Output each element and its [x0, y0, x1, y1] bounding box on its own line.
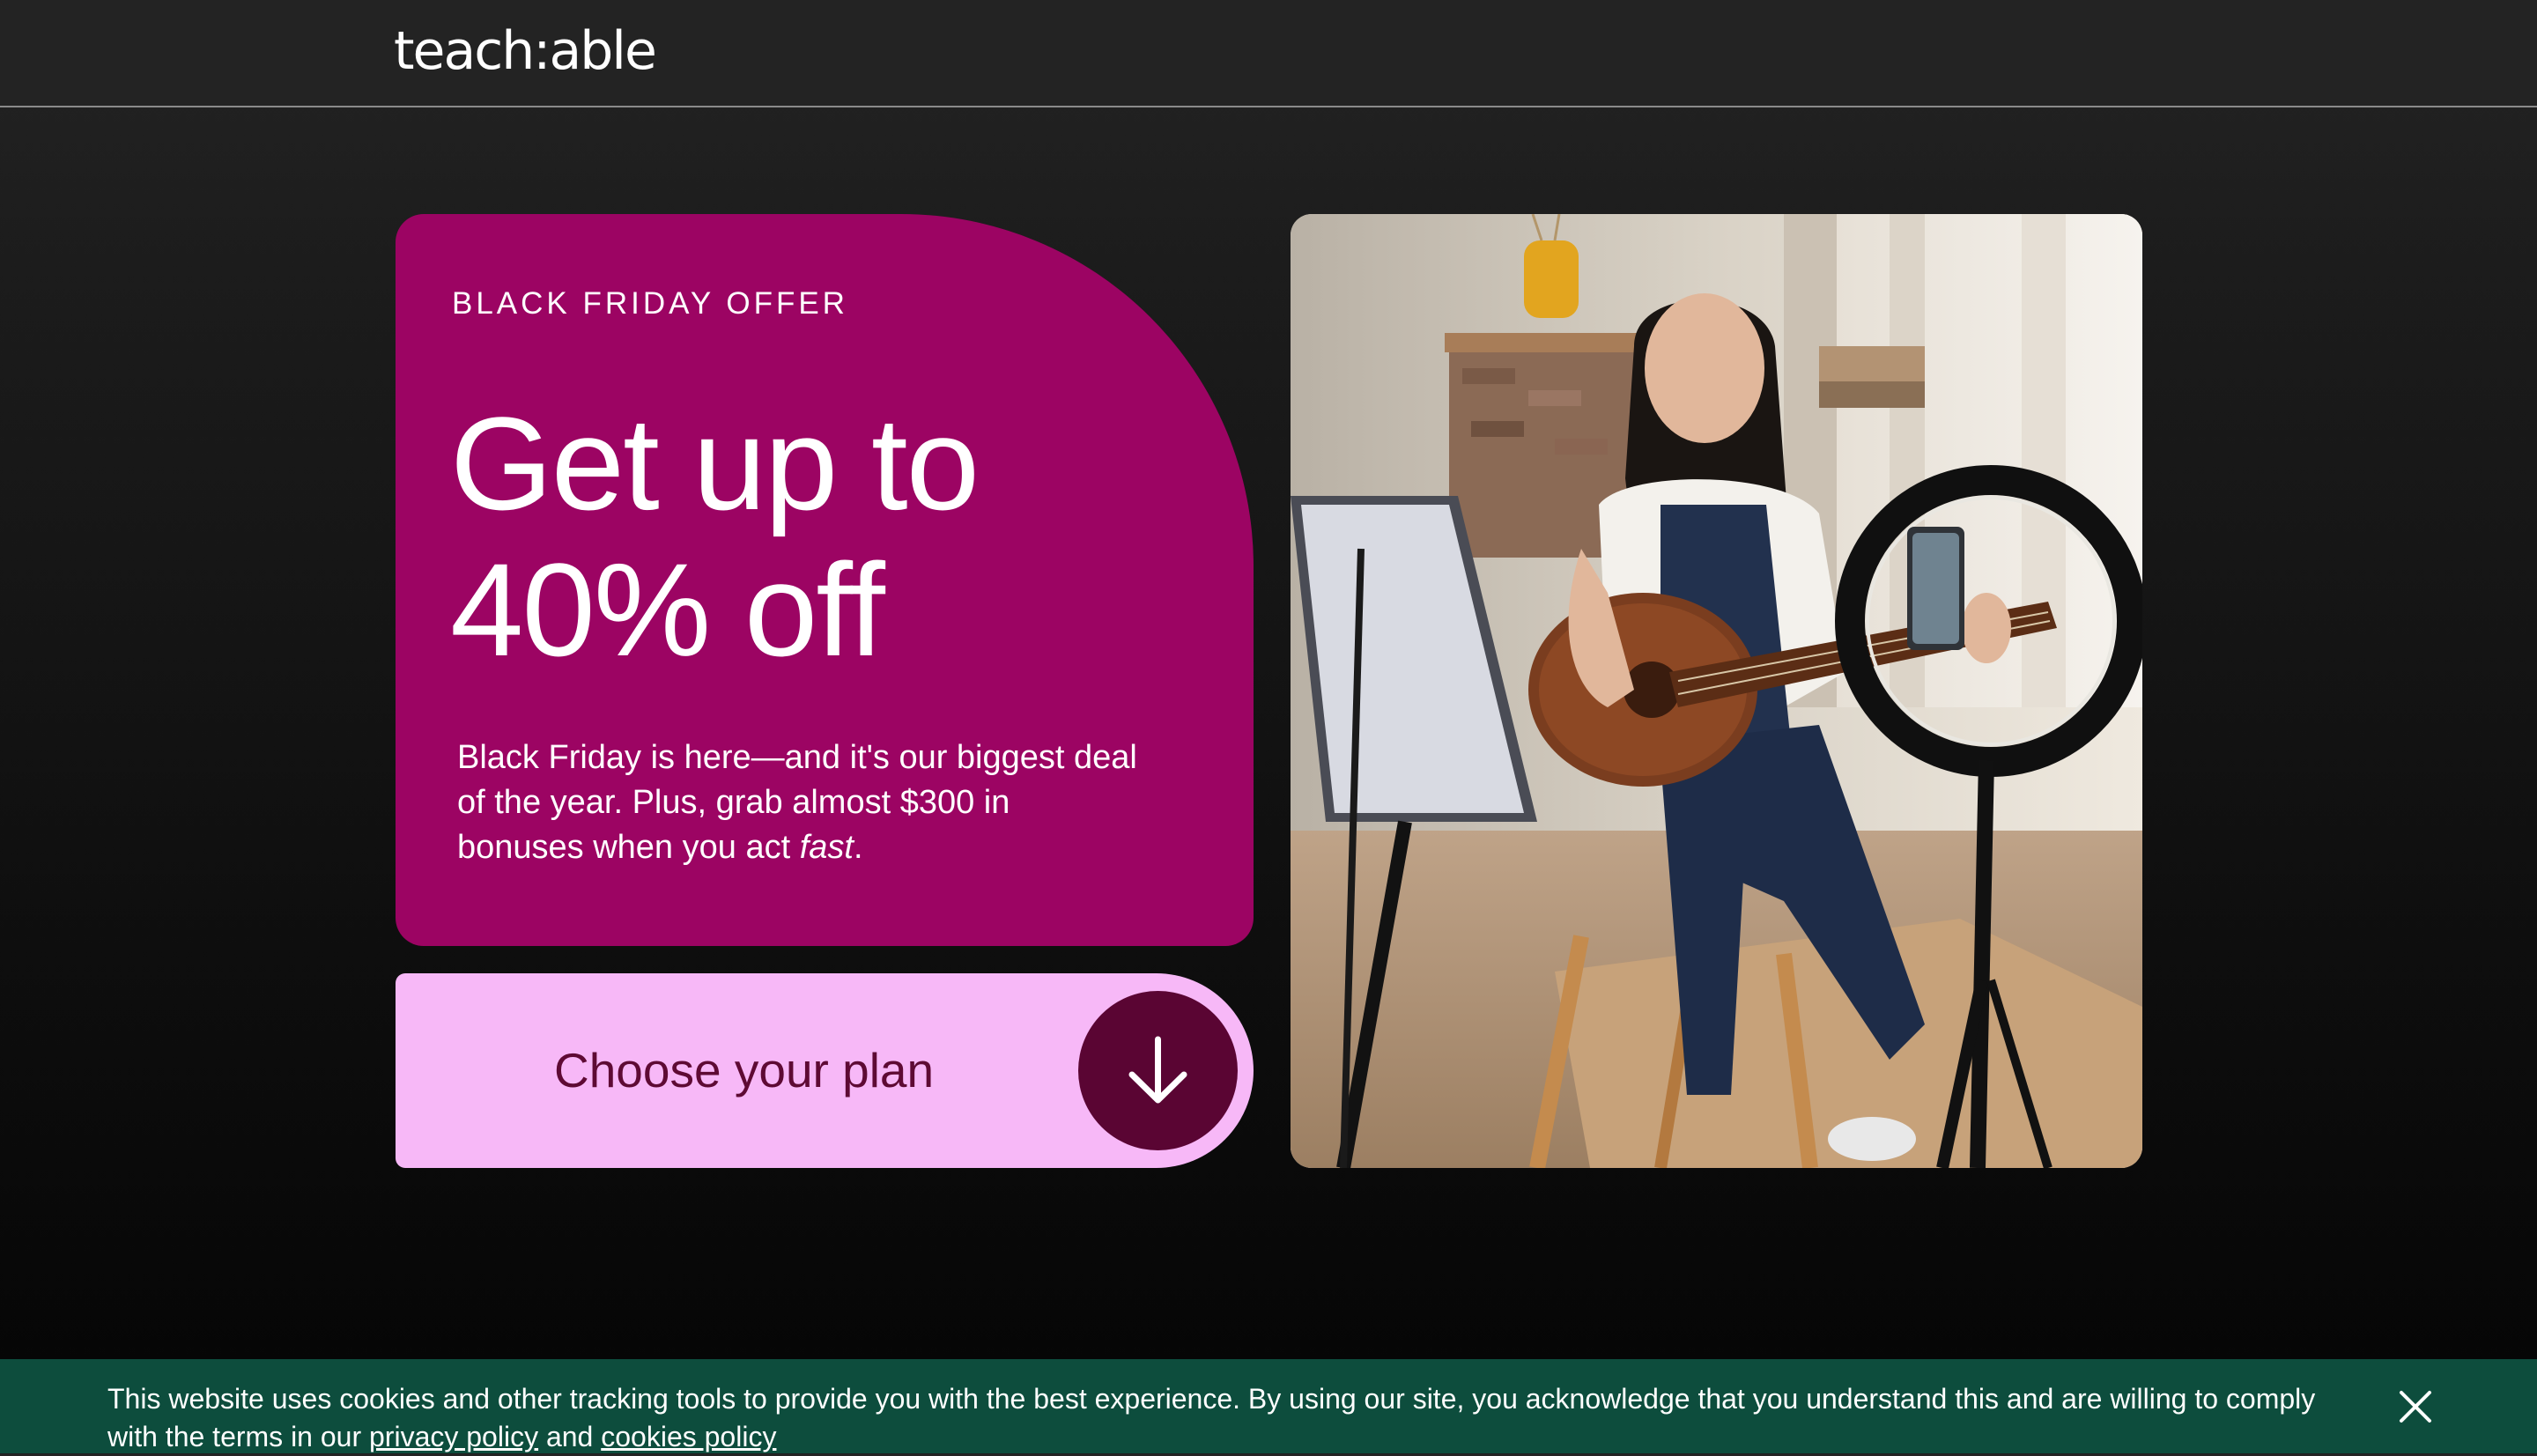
offer-description-end: .: [853, 829, 863, 866]
hero-photo-guitar-player: [1291, 214, 2142, 1168]
choose-plan-button[interactable]: Choose your plan: [396, 973, 1254, 1168]
offer-description-emphasis: fast: [799, 829, 854, 866]
cookie-notice-and: and: [538, 1421, 602, 1452]
offer-headline: Get up to 40% off: [450, 390, 1172, 683]
close-icon[interactable]: [2396, 1387, 2435, 1426]
offer-headline-line1: Get up to: [450, 389, 980, 537]
offer-card: BLACK FRIDAY OFFER Get up to 40% off Bla…: [396, 214, 1254, 946]
offer-description-text: Black Friday is here—and it's our bigges…: [457, 739, 1137, 866]
offer-headline-line2: 40% off: [450, 536, 885, 684]
arrow-down-icon: [1078, 991, 1238, 1150]
offer-description: Black Friday is here—and it's our bigges…: [457, 735, 1144, 870]
teachable-logo[interactable]: teach:able: [394, 19, 657, 83]
cookies-policy-link[interactable]: cookies policy: [601, 1421, 776, 1452]
privacy-policy-link[interactable]: privacy policy: [369, 1421, 538, 1452]
cookie-banner: This website uses cookies and other trac…: [0, 1359, 2537, 1453]
offer-eyebrow: BLACK FRIDAY OFFER: [452, 286, 848, 321]
cookie-notice-text: This website uses cookies and other trac…: [107, 1380, 2363, 1456]
choose-plan-label: Choose your plan: [554, 1043, 935, 1098]
site-header: teach:able: [0, 0, 2537, 107]
